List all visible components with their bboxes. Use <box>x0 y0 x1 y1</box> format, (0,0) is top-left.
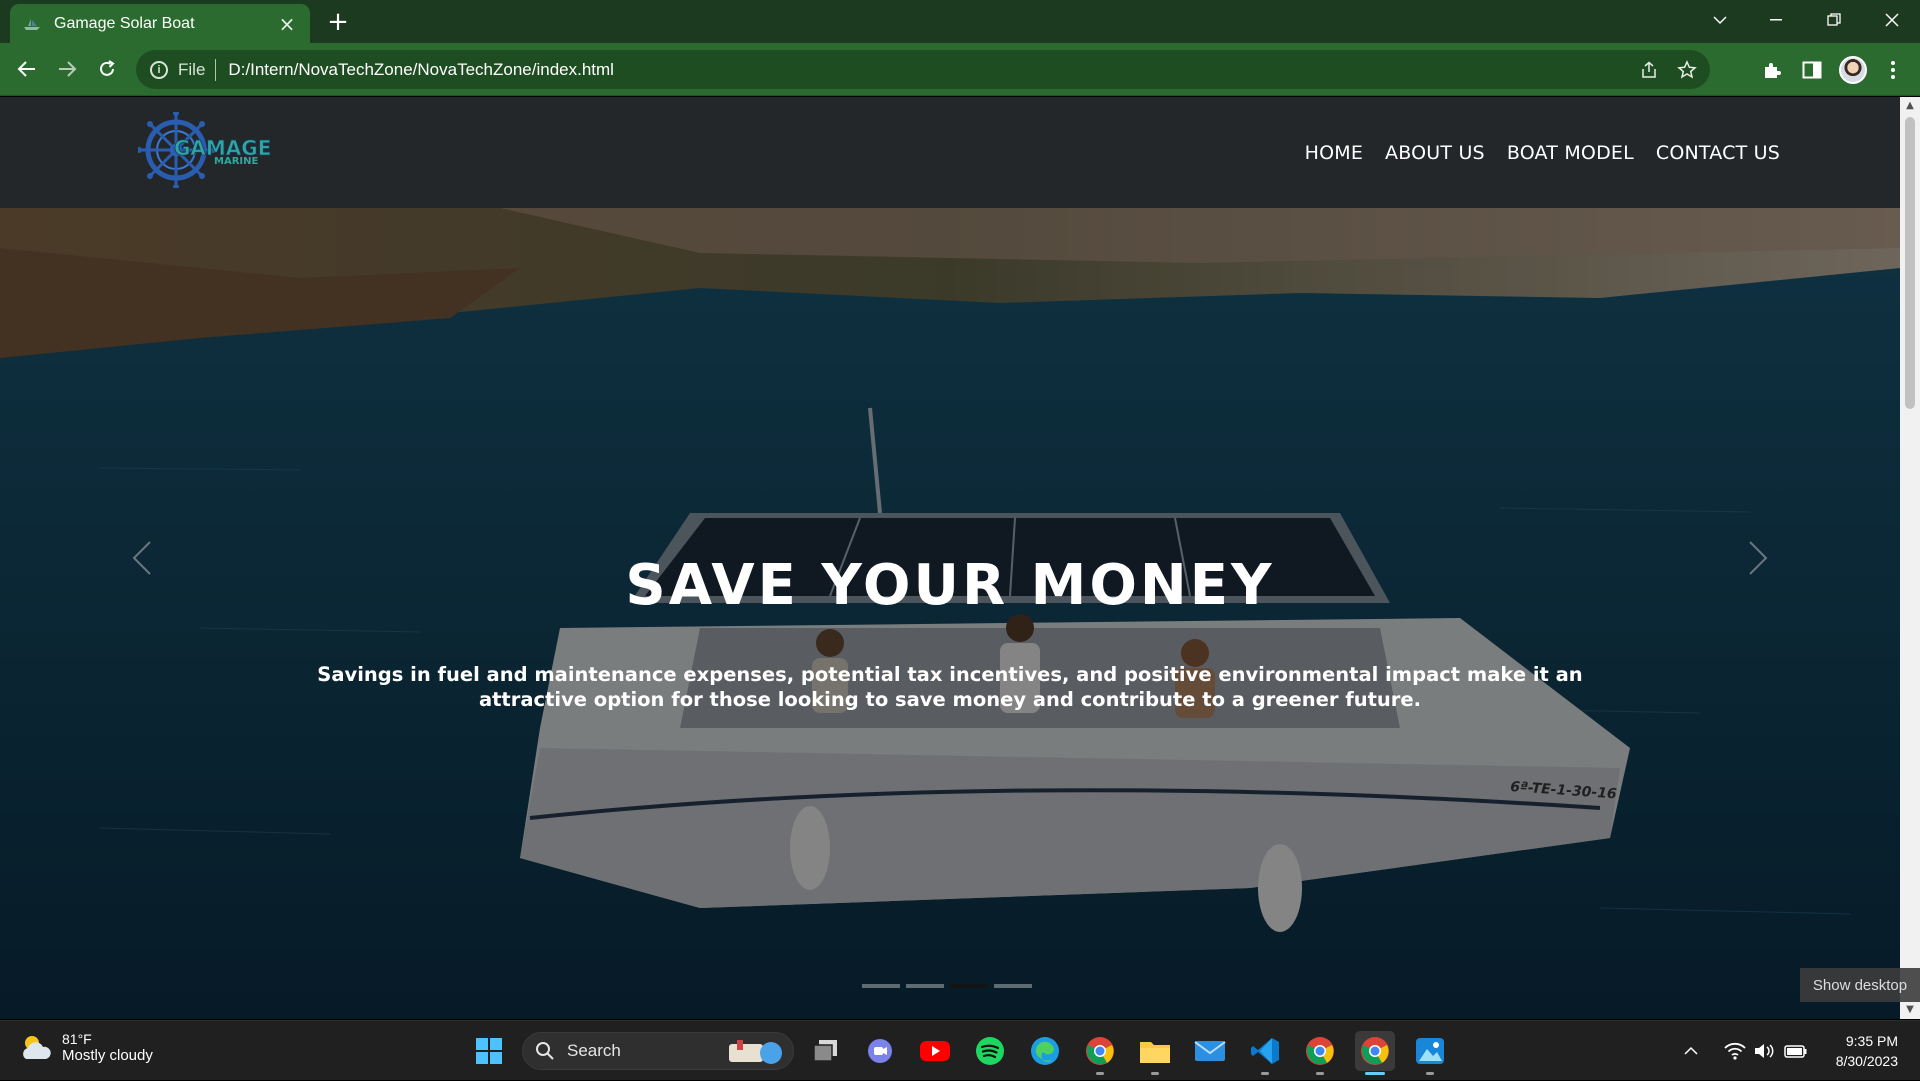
teams-chat-icon[interactable] <box>860 1031 900 1071</box>
weather-widget[interactable]: 81°F Mostly cloudy <box>20 1031 153 1064</box>
nav-contact-us[interactable]: CONTACT US <box>1656 142 1780 164</box>
browser-toolbar: i File D:/Intern/NovaTechZone/NovaTechZo… <box>0 43 1920 96</box>
taskbar-running-indicator <box>1261 1072 1269 1075</box>
nav-home[interactable]: HOME <box>1305 142 1363 164</box>
vscode-icon[interactable] <box>1245 1031 1285 1075</box>
wifi-icon[interactable] <box>1724 1021 1746 1081</box>
hero-description: Savings in fuel and maintenance expenses… <box>317 663 1583 711</box>
youtube-icon[interactable] <box>915 1031 955 1071</box>
profile-avatar[interactable] <box>1836 53 1870 87</box>
weather-condition: Mostly cloudy <box>62 1047 153 1064</box>
scroll-down-icon[interactable]: ▼ <box>1900 1001 1920 1019</box>
address-bar[interactable]: i File D:/Intern/NovaTechZone/NovaTechZo… <box>136 50 1710 89</box>
file-explorer-icon[interactable] <box>1135 1031 1175 1075</box>
page-scrollbar[interactable]: ▲ ▼ <box>1900 97 1920 1019</box>
more-menu-icon[interactable] <box>1876 53 1910 87</box>
restore-icon[interactable] <box>1806 0 1862 40</box>
chrome-profile-g-icon[interactable] <box>1300 1031 1340 1075</box>
search-label: Search <box>567 1041 621 1060</box>
web-page: GAMAGE MARINE HOME ABOUT US BOAT MODEL C… <box>0 97 1900 1019</box>
weather-temp: 81°F <box>62 1031 92 1047</box>
site-info-icon[interactable]: i <box>150 60 168 79</box>
taskbar-active-indicator <box>1365 1072 1385 1075</box>
browser-tab-strip: Gamage Solar Boat × + <box>0 0 1920 43</box>
taskbar-running-indicator <box>1096 1072 1104 1075</box>
task-view-icon[interactable] <box>806 1031 846 1071</box>
edge-browser-icon[interactable] <box>1025 1031 1065 1071</box>
address-separator <box>215 58 217 81</box>
search-highlight-illustration-icon <box>729 1040 782 1064</box>
back-icon[interactable] <box>10 52 44 86</box>
chrome-profile-v-icon[interactable] <box>1080 1031 1120 1075</box>
carousel-indicator-2[interactable] <box>906 984 944 988</box>
tab-search-chevron-icon[interactable] <box>1692 0 1748 40</box>
partly-cloudy-icon <box>23 1035 51 1059</box>
show-desktop-tooltip: Show desktop <box>1800 968 1920 1002</box>
nav-boat-model[interactable]: BOAT MODEL <box>1507 142 1634 164</box>
chrome-active-icon[interactable] <box>1355 1031 1395 1075</box>
tab-close-icon[interactable]: × <box>276 12 298 36</box>
browser-tab[interactable]: Gamage Solar Boat × <box>10 4 310 43</box>
main-nav: HOME ABOUT US BOAT MODEL CONTACT US <box>1305 97 1780 208</box>
spotify-icon[interactable] <box>970 1031 1010 1071</box>
avatar <box>1839 56 1867 84</box>
carousel-indicators <box>862 984 1032 988</box>
taskbar-running-indicator <box>1316 1072 1324 1075</box>
reload-icon[interactable] <box>90 52 124 86</box>
tab-title: Gamage Solar Boat <box>54 14 195 32</box>
scheme-label: File <box>178 59 206 79</box>
carousel-indicator-4[interactable] <box>994 984 1032 988</box>
bookmark-star-icon[interactable] <box>1672 50 1702 89</box>
search-icon <box>536 1042 554 1060</box>
carousel-indicator-1[interactable] <box>862 984 900 988</box>
taskbar-running-indicator <box>1151 1072 1159 1075</box>
carousel-indicator-3[interactable] <box>950 984 988 988</box>
clock-date: 8/30/2023 <box>1835 1053 1898 1069</box>
volume-icon[interactable] <box>1753 1021 1775 1081</box>
windows-taskbar: 81°F Mostly cloudy Search 9:35 PM 8/30/2… <box>0 1020 1920 1080</box>
mail-icon[interactable] <box>1190 1031 1230 1071</box>
extensions-puzzle-icon[interactable] <box>1755 53 1789 87</box>
scroll-up-icon[interactable]: ▲ <box>1900 97 1920 115</box>
new-tab-button[interactable]: + <box>324 8 352 36</box>
boat-favicon-icon <box>24 18 40 30</box>
taskbar-clock[interactable]: 9:35 PM 8/30/2023 <box>1836 1031 1898 1071</box>
photos-icon[interactable] <box>1410 1031 1450 1075</box>
battery-icon[interactable] <box>1784 1021 1808 1081</box>
minimize-icon[interactable] <box>1748 0 1804 40</box>
hero-title: SAVE YOUR MONEY <box>625 553 1275 618</box>
forward-icon[interactable] <box>50 52 84 86</box>
side-panel-icon[interactable] <box>1795 53 1829 87</box>
taskbar-running-indicator <box>1426 1072 1434 1075</box>
tray-chevron-up-icon[interactable] <box>1684 1021 1706 1081</box>
nav-about-us[interactable]: ABOUT US <box>1385 142 1485 164</box>
gamage-marine-logo[interactable]: GAMAGE MARINE <box>138 112 278 188</box>
logo-subtext: MARINE <box>214 156 258 167</box>
hero-carousel: 6ª-TE-1-30-16 SAVE YOUR MONEY Savings in… <box>0 208 1900 1019</box>
share-icon[interactable] <box>1634 50 1664 89</box>
taskbar-search[interactable]: Search <box>522 1032 794 1070</box>
start-windows-icon[interactable] <box>469 1031 509 1071</box>
scrollbar-thumb[interactable] <box>1905 117 1915 409</box>
close-window-icon[interactable] <box>1864 0 1920 40</box>
clock-time: 9:35 PM <box>1845 1033 1898 1049</box>
url-text[interactable]: D:/Intern/NovaTechZone/NovaTechZone/inde… <box>228 60 614 80</box>
site-header: GAMAGE MARINE HOME ABOUT US BOAT MODEL C… <box>0 97 1900 208</box>
